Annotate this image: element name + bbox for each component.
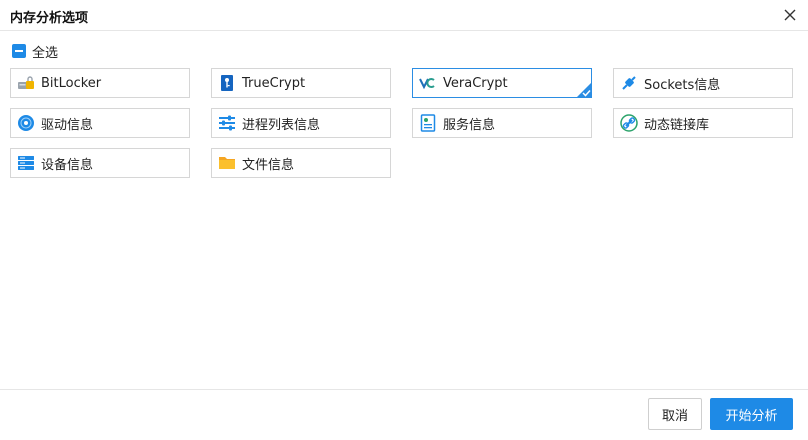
option-label: 文件信息 (242, 157, 295, 173)
disc-icon (17, 114, 35, 132)
option-label: Sockets信息 (644, 77, 721, 93)
option-process-list[interactable]: 进程列表信息 (211, 108, 391, 138)
server-icon (17, 154, 35, 172)
sliders-icon (218, 114, 236, 132)
select-all-label: 全选 (32, 45, 59, 61)
option-services[interactable]: 服务信息 (412, 108, 592, 138)
cancel-button[interactable]: 取消 (648, 398, 702, 430)
service-doc-icon (419, 114, 437, 132)
veracrypt-icon (419, 74, 437, 92)
option-label: 进程列表信息 (242, 117, 321, 133)
truecrypt-icon (218, 74, 236, 92)
option-drivers[interactable]: 驱动信息 (10, 108, 190, 138)
select-all-checkbox[interactable]: 全选 (12, 42, 59, 61)
option-label: TrueCrypt (242, 75, 306, 91)
option-devices[interactable]: 设备信息 (10, 148, 190, 178)
option-label: 设备信息 (41, 157, 94, 173)
link-icon (620, 114, 638, 132)
option-dll[interactable]: 动态链接库 (613, 108, 793, 138)
option-sockets[interactable]: Sockets信息 (613, 68, 793, 98)
start-analysis-button[interactable]: 开始分析 (710, 398, 793, 430)
drive-lock-icon (17, 74, 35, 92)
option-files[interactable]: 文件信息 (211, 148, 391, 178)
selected-check-icon (576, 82, 592, 98)
option-label: 动态链接库 (644, 117, 710, 133)
option-veracrypt[interactable]: VeraCrypt (412, 68, 592, 98)
folder-icon (218, 154, 236, 172)
option-label: BitLocker (41, 75, 102, 91)
plug-icon (620, 74, 638, 92)
close-icon[interactable] (780, 5, 800, 25)
option-bitlocker[interactable]: BitLocker (10, 68, 190, 98)
select-all-indeterminate-icon (12, 44, 26, 58)
option-label: 驱动信息 (41, 117, 94, 133)
option-label: VeraCrypt (443, 75, 508, 91)
option-truecrypt[interactable]: TrueCrypt (211, 68, 391, 98)
dialog-titlebar: 内存分析选项 (0, 0, 808, 31)
option-label: 服务信息 (443, 117, 496, 133)
dialog-title: 内存分析选项 (10, 11, 89, 26)
